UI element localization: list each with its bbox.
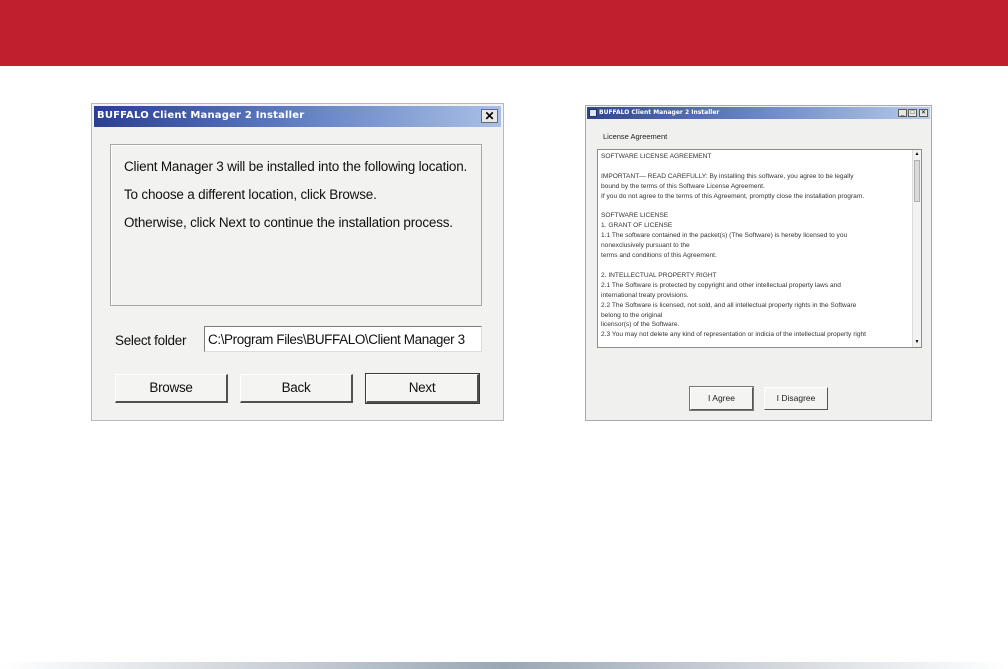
dialog-titlebar: BUFFALO Client Manager 2 Installer ✕	[94, 106, 501, 127]
license-line: international treaty provisions.	[601, 291, 689, 299]
license-line: IMPORTANT— READ CAREFULLY: By installing…	[601, 172, 854, 180]
license-line: terms and conditions of this Agreement.	[601, 252, 717, 260]
scroll-thumb[interactable]	[914, 160, 920, 202]
license-line: licensor(s) of the Software.	[601, 321, 680, 329]
dialog-title: BUFFALO Client Manager 2 Installer	[97, 110, 305, 121]
folder-path-input[interactable]	[204, 326, 482, 352]
app-icon	[589, 109, 597, 117]
license-line: SOFTWARE LICENSE AGREEMENT	[601, 153, 712, 160]
minimize-icon[interactable]: _	[898, 109, 907, 117]
license-line: 2.2 The Software is licensed, not sold, …	[601, 301, 857, 309]
license-line: 1. GRANT OF LICENSE	[601, 222, 673, 230]
back-button[interactable]: Back	[240, 374, 353, 403]
license-scrollbar[interactable]: ▲ ▼	[912, 150, 921, 347]
message-frame: Client Manager 3 will be installed into …	[110, 144, 482, 306]
license-line: belong to the original	[601, 311, 663, 319]
license-line	[601, 261, 913, 271]
close-icon[interactable]: ✕	[919, 109, 928, 117]
license-text: SOFTWARE LICENSE AGREEMENT IMPORTANT— RE…	[601, 152, 913, 340]
license-line: 2. INTELLECTUAL PROPERTY RIGHT	[601, 271, 717, 279]
license-line	[601, 162, 913, 172]
license-agreement-dialog: BUFFALO Client Manager 2 Installer _ □ ✕…	[585, 105, 932, 421]
license-line: 2.1 The Software is protected by copyrig…	[601, 281, 841, 289]
browse-button[interactable]: Browse	[115, 374, 228, 403]
license-line: 2.3 You may not delete any kind of repre…	[601, 331, 867, 339]
message-line-next-hint: Otherwise, click Next to continue the in…	[124, 215, 453, 230]
bottom-rule	[0, 662, 1008, 669]
top-banner	[0, 0, 1008, 66]
license-line: nonexclusively pursuant to the	[601, 242, 690, 250]
message-line-browse-hint: To choose a different location, click Br…	[124, 187, 377, 202]
license-line: 1.1 The software contained in the packet…	[601, 232, 848, 240]
agree-button[interactable]: I Agree	[689, 386, 754, 411]
scroll-up-arrow-icon[interactable]: ▲	[913, 150, 921, 159]
license-line: If you do not agree to the terms of this…	[601, 192, 865, 200]
message-line-install-location: Client Manager 3 will be installed into …	[124, 159, 468, 174]
license-line: SOFTWARE LICENSE	[601, 212, 669, 220]
dialog-title: BUFFALO Client Manager 2 Installer	[599, 109, 720, 116]
close-icon[interactable]: ✕	[481, 109, 498, 123]
installer-location-dialog: BUFFALO Client Manager 2 Installer ✕ Cli…	[91, 103, 504, 421]
license-line: bound by the terms of this Software Lice…	[601, 182, 765, 190]
scroll-down-arrow-icon[interactable]: ▼	[913, 338, 921, 347]
license-agreement-label: License Agreement	[603, 132, 668, 141]
maximize-icon[interactable]: □	[908, 109, 917, 117]
license-text-area[interactable]: SOFTWARE LICENSE AGREEMENT IMPORTANT— RE…	[597, 149, 922, 348]
select-folder-label: Select folder	[115, 333, 187, 348]
disagree-button[interactable]: I Disagree	[764, 387, 828, 410]
next-button[interactable]: Next	[365, 373, 480, 404]
dialog-titlebar: BUFFALO Client Manager 2 Installer _ □ ✕	[587, 107, 930, 119]
license-line	[601, 202, 913, 212]
